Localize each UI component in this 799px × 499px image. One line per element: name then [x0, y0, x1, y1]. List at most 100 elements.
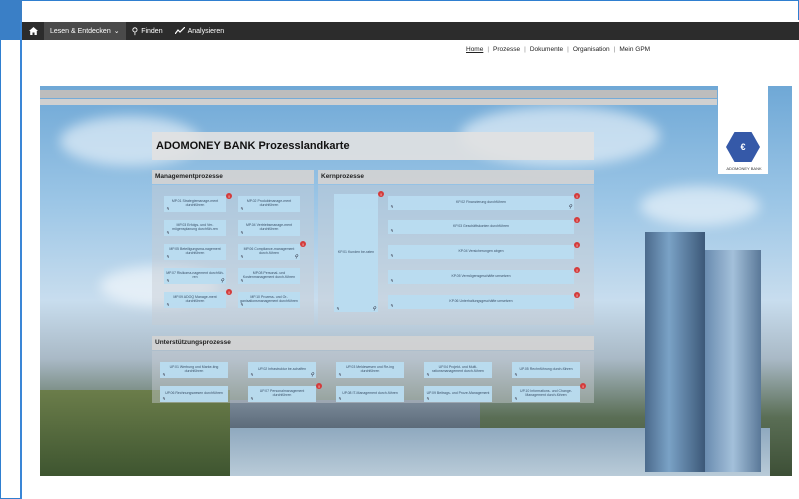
- process-box-up10[interactable]: UP.10 Informations- und Change-Managemen…: [512, 386, 580, 402]
- edit-icon[interactable]: ✎: [336, 306, 339, 311]
- warning-icon: !: [574, 292, 580, 298]
- process-box-label: UP.06 Rechnungswesen durchführen: [165, 391, 223, 396]
- edit-icon[interactable]: ✎: [426, 396, 429, 401]
- subnav-separator: |: [613, 46, 616, 53]
- warning-icon: !: [226, 193, 232, 199]
- tower-building-side: [705, 250, 761, 472]
- process-box-label: MP.01 Strategiemanage-ment durchführen: [171, 199, 219, 207]
- process-box-kp03[interactable]: KP.03 Geschäftskonten durchführen ✎: [388, 220, 574, 234]
- process-box-label: UP.01 Werbung und Marke-ting durchführen: [169, 365, 219, 373]
- edit-icon[interactable]: ✎: [240, 302, 243, 307]
- process-box-up03[interactable]: UP.03 Meldewesen und Re-ing durchführen ✎: [336, 362, 404, 378]
- left-accent: [0, 0, 22, 40]
- process-box-mp09[interactable]: MP.09 ADOQ Manage-ment durchführen ✎: [164, 292, 226, 308]
- edit-icon[interactable]: ✎: [390, 204, 393, 209]
- process-box-label: MP.09 ADOQ Manage-ment durchführen: [173, 295, 217, 303]
- edit-icon[interactable]: ✎: [390, 278, 393, 283]
- header-gray-bar: [40, 90, 717, 98]
- warning-icon: !: [378, 191, 384, 197]
- core-section-title: Kernprozesse: [318, 170, 594, 184]
- search-icon[interactable]: ⚲: [372, 306, 376, 313]
- process-box-up01[interactable]: UP.01 Werbung und Marke-ting durchführen…: [160, 362, 228, 378]
- edit-icon[interactable]: ✎: [166, 254, 169, 259]
- chevron-down-icon: ⌄: [113, 28, 120, 35]
- process-box-up02[interactable]: UP.02 Infrastruktur be-schaffen ✎ ⚲: [248, 362, 316, 378]
- map-title: ADOMONEY BANK Prozesslandkarte: [152, 132, 594, 160]
- top-navbar: Lesen & Entdecken ⌄ ⚲ Finden Analysieren: [22, 22, 799, 40]
- edit-icon[interactable]: ✎: [390, 228, 393, 233]
- subnav-processes[interactable]: Prozesse: [493, 46, 520, 53]
- process-box-label: MP.02 Produktmanage-ment durchführen: [246, 199, 292, 207]
- process-box-mp05[interactable]: MP.05 Beteiligungsma-nagement durchführe…: [164, 244, 226, 260]
- nav-find[interactable]: ⚲ Finden: [126, 22, 169, 40]
- edit-icon[interactable]: ✎: [514, 396, 517, 401]
- search-icon[interactable]: ⚲: [310, 372, 314, 379]
- edit-icon[interactable]: ✎: [240, 230, 243, 235]
- edit-icon[interactable]: ✎: [240, 254, 243, 259]
- search-icon[interactable]: ⚲: [568, 204, 572, 211]
- edit-icon[interactable]: ✎: [240, 278, 243, 283]
- city-skyline: [230, 400, 480, 428]
- subnav-documents[interactable]: Dokumente: [530, 46, 563, 53]
- process-box-mp03[interactable]: MP.03 Erfolgs- und Ver-mögensplanung dur…: [164, 220, 226, 236]
- tower-building: [645, 232, 705, 472]
- edit-icon[interactable]: ✎: [250, 396, 253, 401]
- process-box-kp04[interactable]: KP.04 Versicherungen abgen ✎: [388, 245, 574, 259]
- process-box-up09[interactable]: UP.09 Beitrags- und Proze-Management ✎: [424, 386, 492, 402]
- edit-icon[interactable]: ✎: [338, 396, 341, 401]
- edit-icon[interactable]: ✎: [166, 278, 169, 283]
- process-box-mp06[interactable]: MP.06 Compliance-management durch-führen…: [238, 244, 300, 260]
- process-box-label: UP.08 IT-Management durch-führen: [342, 391, 398, 396]
- process-box-label: UP.03 Meldewesen und Re-ing durchführen: [346, 365, 394, 373]
- process-box-mp01[interactable]: MP.01 Strategiemanage-ment durchführen ✎: [164, 196, 226, 212]
- nav-analyze[interactable]: Analysieren: [169, 22, 231, 40]
- search-icon: ⚲: [131, 25, 139, 36]
- process-box-mp04[interactable]: MP.04 Vertriebsmanage-ment durchführen ✎: [238, 220, 300, 236]
- sub-navigation: Home | Prozesse | Dokumente | Organisati…: [466, 46, 650, 53]
- subnav-home[interactable]: Home: [466, 46, 483, 53]
- process-box-up08[interactable]: UP.08 IT-Management durch-führen ✎: [336, 386, 404, 402]
- process-box-mp08[interactable]: MP.08 Personal- und Kostenmanagement dur…: [238, 268, 300, 284]
- search-icon[interactable]: ⚲: [220, 278, 224, 285]
- edit-icon[interactable]: ✎: [514, 372, 517, 377]
- nav-read-explore[interactable]: Lesen & Entdecken ⌄: [44, 22, 126, 40]
- edit-icon[interactable]: ✎: [390, 253, 393, 258]
- warning-icon: !: [300, 241, 306, 247]
- edit-icon[interactable]: ✎: [162, 396, 165, 401]
- process-box-kp01[interactable]: KP.01 Kunden be-raten ✎ ⚲: [334, 194, 378, 312]
- edit-icon[interactable]: ✎: [250, 372, 253, 377]
- process-box-kp06[interactable]: KP.06 Unterhaltungsgeschäfte umsetzen ✎: [388, 295, 574, 309]
- process-box-mp10[interactable]: MP.10 Prozess- und Or-ganisationsmanagem…: [238, 292, 300, 308]
- subnav-my-gpm[interactable]: Mein GPM: [619, 46, 650, 53]
- process-box-label: UP.07 Personalmanagement durchführen: [259, 389, 305, 397]
- edit-icon[interactable]: ✎: [166, 230, 169, 235]
- process-box-up05[interactable]: UP.05 Rechnführung durch-führen ✎: [512, 362, 580, 378]
- edit-icon[interactable]: ✎: [166, 206, 169, 211]
- process-box-up07[interactable]: UP.07 Personalmanagement durchführen ✎: [248, 386, 316, 402]
- process-box-mp07[interactable]: MP.07 Risikoma-nagement durchfüh-ren ✎ ⚲: [164, 268, 226, 284]
- process-box-label: UP.10 Informations- und Change-Managemen…: [520, 389, 572, 397]
- process-box-up06[interactable]: UP.06 Rechnungswesen durchführen ✎: [160, 386, 228, 402]
- edit-icon[interactable]: ✎: [426, 372, 429, 377]
- process-box-label: UP.05 Rechnführung durch-führen: [519, 367, 573, 372]
- edit-icon[interactable]: ✎: [166, 302, 169, 307]
- edit-icon[interactable]: ✎: [390, 303, 393, 308]
- edit-icon[interactable]: ✎: [240, 206, 243, 211]
- process-box-up04[interactable]: UP.04 Projekt- und Multi-rationsmanageme…: [424, 362, 492, 378]
- process-box-label: UP.02 Infrastruktur be-schaffen: [257, 367, 307, 372]
- process-box-label: KP.05 Vermögensgeschäfte umsetzen: [451, 274, 511, 279]
- process-box-kp02[interactable]: KP.02 Finanzierung durchführen ✎ ⚲: [388, 196, 574, 210]
- process-box-mp02[interactable]: MP.02 Produktmanage-ment durchführen ✎: [238, 196, 300, 212]
- edit-icon[interactable]: ✎: [338, 372, 341, 377]
- process-box-label: UP.09 Beitrags- und Proze-Management: [426, 391, 490, 396]
- management-section-title: Managementprozesse: [152, 170, 314, 184]
- edit-icon[interactable]: ✎: [162, 372, 165, 377]
- subnav-organisation[interactable]: Organisation: [573, 46, 610, 53]
- logo-caption: ADOMONEY BANK: [726, 166, 762, 171]
- subnav-separator: |: [524, 46, 526, 53]
- home-icon[interactable]: [22, 22, 44, 40]
- process-box-label: KP.02 Finanzierung durchführen: [456, 200, 506, 205]
- subnav-separator: |: [487, 46, 490, 53]
- process-box-kp05[interactable]: KP.05 Vermögensgeschäfte umsetzen ✎: [388, 270, 574, 284]
- search-icon[interactable]: ⚲: [294, 254, 298, 261]
